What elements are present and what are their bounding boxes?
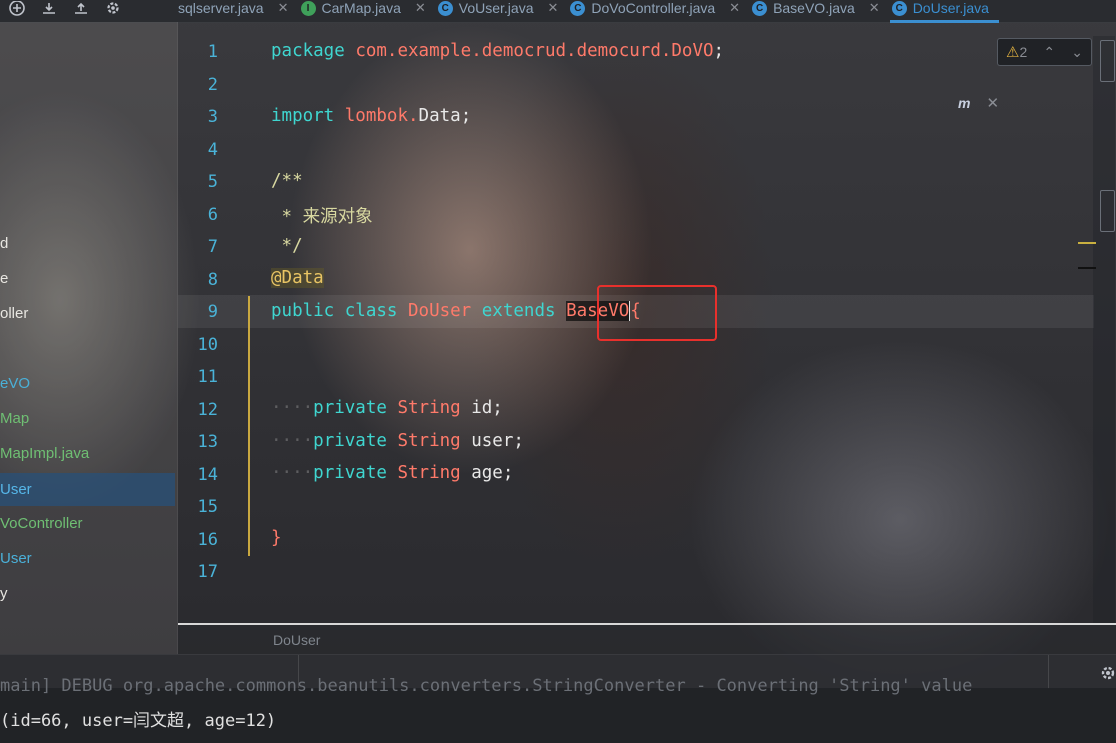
console-output-line: (id=66, user=闫文超, age=12)	[0, 711, 277, 731]
line-number: 9	[207, 302, 218, 322]
maven-reload-popup[interactable]: m ✕	[958, 88, 1018, 118]
inspection-widget[interactable]: ⚠2 ⌃ ⌄	[997, 38, 1092, 66]
chevron-up-icon[interactable]: ⌃	[1043, 44, 1055, 61]
line-number: 7	[207, 237, 218, 257]
collapse-all-icon[interactable]	[40, 1, 58, 19]
line-number: 13	[197, 432, 218, 452]
code-line-comment-body: * 来源对象	[271, 207, 373, 227]
console-log-line: main] DEBUG org.apache.commons.beanutils…	[0, 676, 973, 696]
project-toolbar	[8, 0, 122, 20]
line-number: 17	[197, 562, 218, 582]
tree-item[interactable]: Map	[0, 406, 175, 432]
code-line-package: package com.example.democrud.democurd.Do…	[271, 41, 725, 61]
line-number: 14	[197, 465, 218, 485]
close-icon[interactable]: ✕	[278, 0, 289, 16]
code-line-comment-open: /**	[271, 171, 303, 191]
project-tree-panel: d e oller eVO Map MapImpl.java User VoCo…	[0, 22, 178, 654]
tab-label: CarMap.java	[321, 0, 401, 16]
line-number: 8	[207, 270, 218, 290]
editor-tab-bar: sqlserver.java ✕ I CarMap.java ✕ C VoUse…	[0, 0, 1116, 23]
expand-all-icon[interactable]	[72, 1, 90, 19]
breadcrumb: DoUser	[178, 625, 1116, 654]
tab-vouser[interactable]: C VoUser.java ✕	[436, 0, 569, 19]
line-number: 16	[197, 530, 218, 550]
code-line-field-user: ····private String user;	[271, 431, 524, 451]
tab-label: VoUser.java	[458, 0, 534, 16]
code-line-field-age: ····private String age;	[271, 463, 514, 483]
line-number: 6	[207, 205, 218, 225]
line-number: 2	[207, 75, 218, 95]
code-line-close-brace: }	[271, 528, 282, 548]
red-highlight-box	[597, 285, 717, 341]
gear-icon[interactable]	[1099, 664, 1116, 682]
tab-basevo[interactable]: C BaseVO.java ✕	[750, 0, 890, 19]
tree-item[interactable]: e	[0, 266, 175, 292]
tab-dovocontroller[interactable]: C DoVoController.java ✕	[568, 0, 750, 19]
tabs-list: sqlserver.java ✕ I CarMap.java ✕ C VoUse…	[176, 0, 1000, 23]
tab-label: sqlserver.java	[178, 0, 264, 16]
class-icon: C	[891, 0, 907, 16]
scope-indicator	[248, 296, 250, 556]
scroll-marker-warning	[1078, 242, 1096, 244]
right-tool-strip	[1097, 0, 1116, 620]
code-line-field-id: ····private String id;	[271, 398, 503, 418]
code-line-annotation: @Data	[271, 268, 324, 288]
scroll-marker-caret	[1078, 267, 1096, 269]
line-number: 3	[207, 107, 218, 127]
interface-icon: I	[300, 0, 316, 16]
close-icon[interactable]: ✕	[986, 94, 999, 112]
run-console-output[interactable]: main] DEBUG org.apache.commons.beanutils…	[0, 676, 1116, 743]
tab-label: DoUser.java	[912, 0, 989, 16]
code-line-comment-close: */	[271, 236, 303, 256]
line-number: 1	[207, 42, 218, 62]
class-icon: C	[570, 0, 586, 16]
tool-window-icon[interactable]	[1100, 40, 1115, 82]
class-icon: C	[437, 0, 453, 16]
close-icon[interactable]: ✕	[548, 0, 559, 16]
code-line-import: import lombok.Data;	[271, 106, 472, 126]
tree-item-selected[interactable]: User	[0, 473, 175, 506]
line-number: 11	[197, 367, 218, 387]
tree-item[interactable]: eVO	[0, 371, 175, 397]
code-editor[interactable]: 1 2 3 4 5 6 7 8 9 10 11 12 13 14 15 16 1…	[178, 36, 1094, 624]
tab-label: DoVoController.java	[591, 0, 716, 16]
divider	[1048, 655, 1049, 689]
tree-item[interactable]: VoController	[0, 511, 175, 537]
tab-douser[interactable]: C DoUser.java	[889, 0, 1000, 23]
line-number: 10	[197, 335, 218, 355]
breadcrumb-item[interactable]: DoUser	[273, 632, 320, 648]
tree-item[interactable]: MapImpl.java	[0, 441, 175, 467]
gear-icon[interactable]	[104, 1, 122, 19]
chevron-down-icon[interactable]: ⌄	[1071, 44, 1083, 61]
tree-item[interactable]: d	[0, 231, 175, 257]
warning-icon: ⚠2	[1006, 44, 1028, 61]
tab-carmap[interactable]: I CarMap.java ✕	[299, 0, 436, 19]
close-icon[interactable]: ✕	[415, 0, 426, 16]
maven-icon[interactable]: m	[958, 95, 970, 111]
tab-label: BaseVO.java	[773, 0, 855, 16]
tree-item[interactable]: y	[0, 581, 175, 607]
tab-sqlserver[interactable]: sqlserver.java ✕	[176, 0, 299, 19]
line-number: 5	[207, 172, 218, 192]
tool-window-icon[interactable]	[1100, 190, 1115, 232]
tree-item[interactable]: oller	[0, 301, 175, 327]
line-number: 15	[197, 497, 218, 517]
close-icon[interactable]: ✕	[729, 0, 740, 16]
tree-item[interactable]: User	[0, 546, 175, 572]
code-line-class-decl: public class DoUser extends BaseVO{	[271, 301, 641, 321]
close-icon[interactable]: ✕	[869, 0, 880, 16]
add-icon[interactable]	[8, 1, 26, 19]
line-number: 12	[197, 400, 218, 420]
line-number: 4	[207, 140, 218, 160]
class-icon: C	[752, 0, 768, 16]
